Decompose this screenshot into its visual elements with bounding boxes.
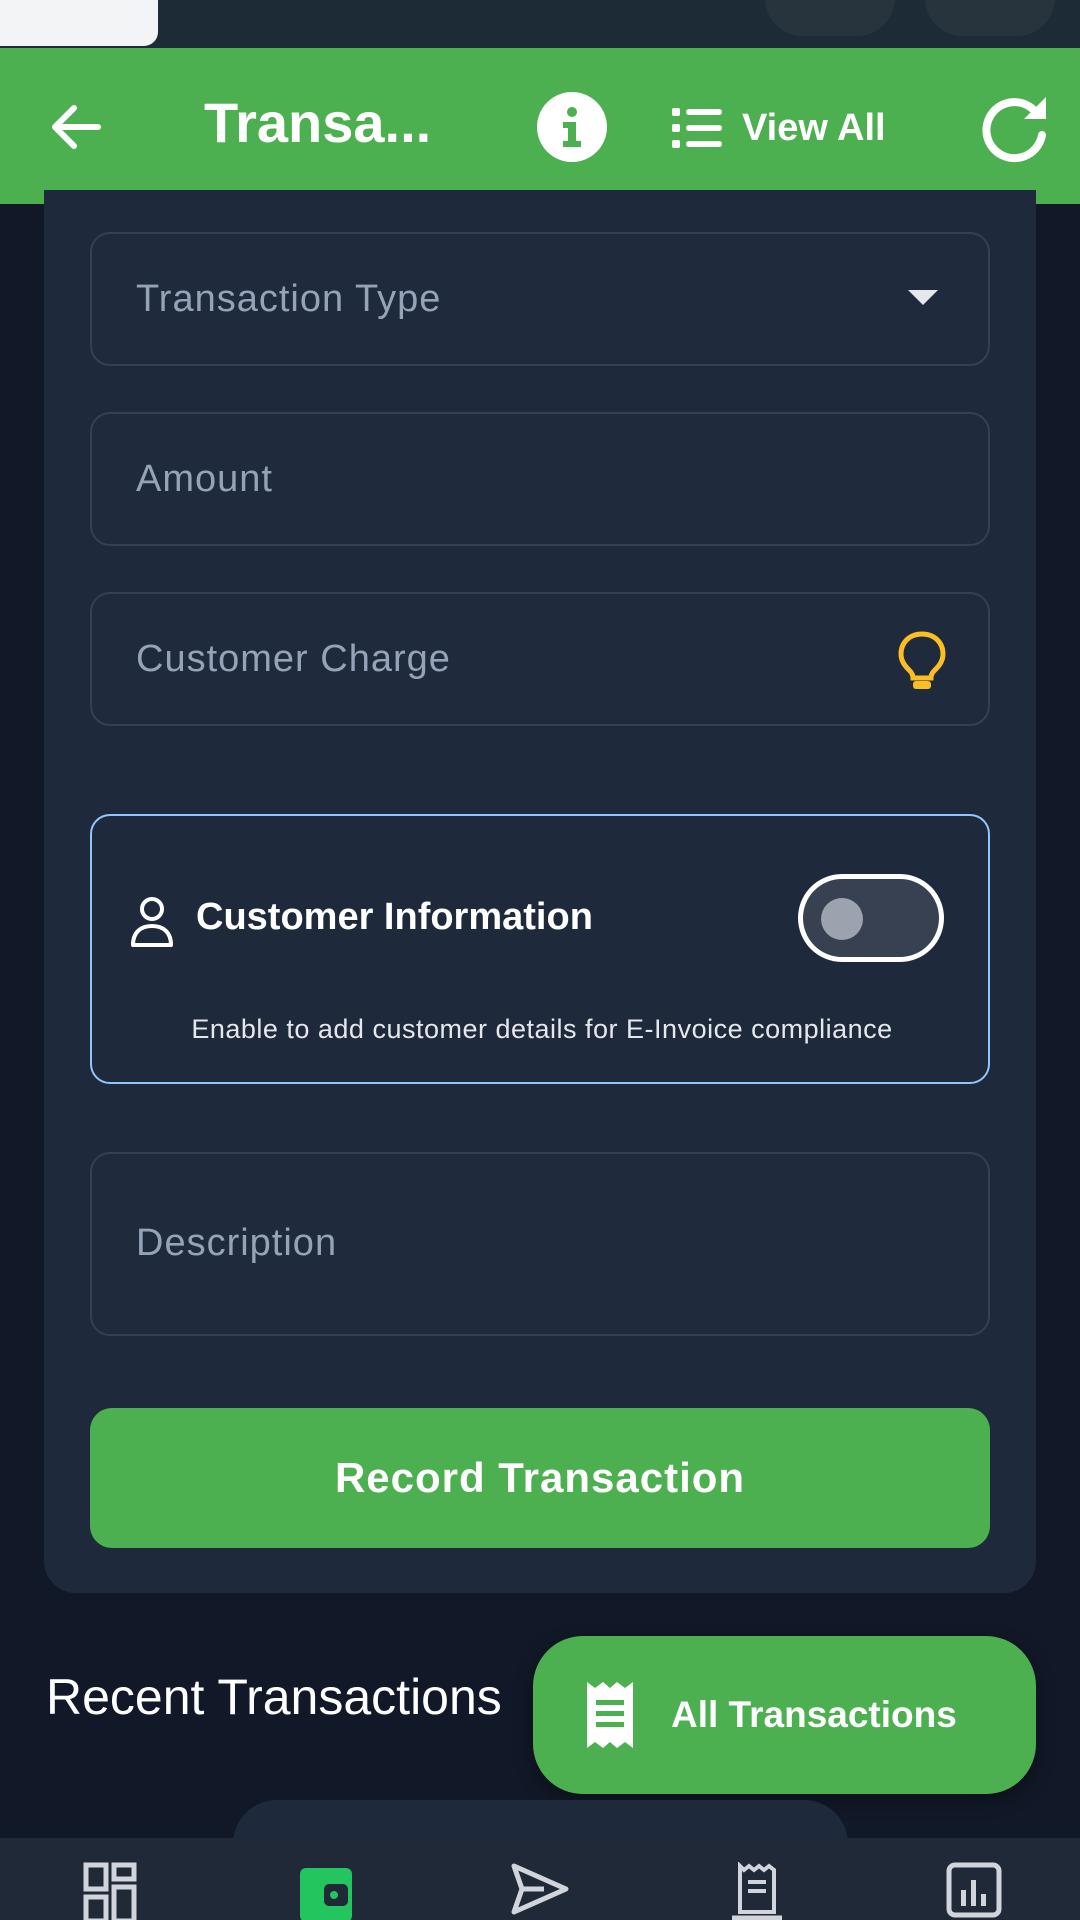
app-bar: Transa... View All	[0, 48, 1080, 204]
nav-wallet[interactable]	[296, 1862, 356, 1920]
customer-charge-placeholder: Customer Charge	[136, 638, 451, 680]
status-pill	[765, 0, 895, 36]
nav-receipts[interactable]	[727, 1862, 787, 1920]
customer-information-section: Customer Information Enable to add custo…	[90, 814, 990, 1084]
record-transaction-button[interactable]: Record Transaction	[90, 1408, 990, 1548]
view-all-button[interactable]: View All	[672, 98, 886, 158]
customer-information-title: Customer Information	[196, 896, 593, 938]
status-bar	[0, 0, 1080, 48]
status-chip	[0, 0, 158, 46]
refresh-button[interactable]	[975, 88, 1055, 168]
nav-dashboard[interactable]	[80, 1862, 140, 1920]
info-button[interactable]	[537, 92, 607, 162]
all-transactions-label: All Transactions	[671, 1694, 957, 1735]
send-icon	[511, 1863, 569, 1915]
customer-charge-input[interactable]: Customer Charge	[90, 592, 990, 726]
bottom-nav	[0, 1838, 1080, 1920]
description-placeholder: Description	[136, 1222, 338, 1264]
lightbulb-icon[interactable]	[896, 630, 948, 692]
wallet-icon	[300, 1868, 352, 1920]
nav-send[interactable]	[510, 1862, 570, 1920]
transaction-type-placeholder: Transaction Type	[136, 278, 442, 320]
customer-information-toggle[interactable]	[798, 874, 944, 962]
refresh-icon	[982, 97, 1046, 163]
page-title: Transa...	[204, 91, 432, 154]
transaction-form-card: Transaction Type Amount Customer Charge …	[44, 190, 1036, 1593]
all-transactions-button[interactable]: All Transactions	[533, 1636, 1036, 1794]
receipt-icon	[732, 1862, 782, 1920]
person-icon	[131, 897, 173, 947]
list-icon	[672, 108, 722, 148]
status-pill	[925, 0, 1055, 36]
description-input[interactable]: Description	[90, 1152, 990, 1336]
back-arrow-icon	[52, 105, 101, 149]
transaction-type-select[interactable]: Transaction Type	[90, 232, 990, 366]
view-all-label: View All	[742, 106, 886, 149]
dropdown-caret-icon	[908, 290, 938, 305]
receipt-icon	[587, 1682, 633, 1748]
amount-placeholder: Amount	[136, 458, 273, 500]
customer-information-hint: Enable to add customer details for E-Inv…	[191, 1014, 893, 1044]
dashboard-icon	[83, 1862, 137, 1920]
amount-input[interactable]: Amount	[90, 412, 990, 546]
nav-reports[interactable]	[944, 1862, 1004, 1920]
chart-icon	[946, 1862, 1002, 1918]
toggle-knob	[821, 898, 863, 940]
screen: Transa... View All Transaction Type Amou…	[0, 0, 1080, 1920]
recent-transactions-heading: Recent Transactions	[46, 1669, 502, 1725]
back-button[interactable]	[44, 96, 106, 158]
info-icon	[563, 107, 581, 147]
